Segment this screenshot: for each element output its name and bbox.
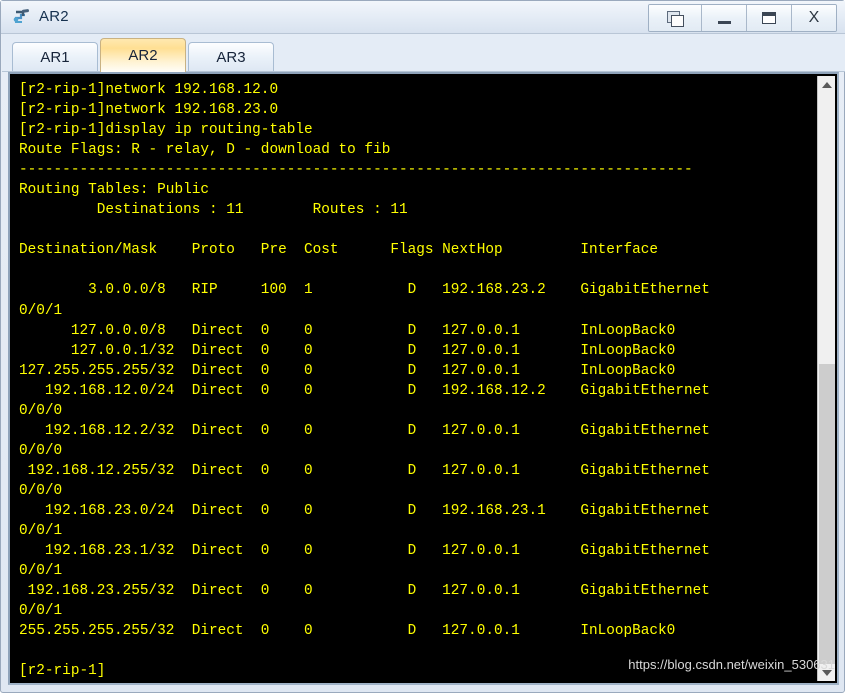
router-icon: [12, 6, 32, 26]
ar2-terminal-window: AR2 X AR1 AR2 AR3 [r2-rip-1]network 192.…: [0, 0, 845, 693]
tab-ar2[interactable]: AR2: [100, 38, 186, 72]
terminal-frame: [r2-rip-1]network 192.168.12.0 [r2-rip-1…: [8, 72, 839, 685]
terminal-text: [r2-rip-1]network 192.168.12.0 [r2-rip-1…: [19, 82, 710, 680]
tab-strip: AR1 AR2 AR3: [2, 34, 845, 72]
scroll-down-button[interactable]: [818, 664, 835, 681]
maximize-button[interactable]: [747, 5, 792, 31]
terminal-scrollbar[interactable]: [817, 76, 835, 681]
tab-ar3[interactable]: AR3: [188, 42, 274, 72]
scrollbar-thumb[interactable]: [819, 364, 835, 664]
maximize-icon: [762, 12, 776, 24]
tab-list: AR1 AR2 AR3: [12, 38, 276, 72]
window-controls: X: [648, 4, 837, 32]
tab-ar1-label: AR1: [40, 49, 70, 66]
window-title: AR2: [39, 7, 69, 25]
minimize-button[interactable]: [702, 5, 747, 31]
chevron-down-icon: [821, 669, 832, 676]
chevron-up-icon: [821, 81, 832, 88]
title-bar: AR2 X: [1, 1, 845, 34]
terminal-output-area[interactable]: [r2-rip-1]network 192.168.12.0 [r2-rip-1…: [12, 76, 817, 681]
title-bar-left: AR2: [12, 6, 69, 26]
close-icon: X: [808, 9, 820, 26]
restore-windows-button[interactable]: [649, 5, 702, 31]
tab-ar2-label: AR2: [128, 47, 158, 64]
cascade-windows-icon: [666, 10, 684, 27]
tab-ar3-label: AR3: [216, 49, 246, 66]
minimize-icon: [717, 20, 731, 24]
tab-ar1[interactable]: AR1: [12, 42, 98, 72]
scroll-up-button[interactable]: [818, 76, 835, 93]
close-button[interactable]: X: [792, 5, 836, 31]
